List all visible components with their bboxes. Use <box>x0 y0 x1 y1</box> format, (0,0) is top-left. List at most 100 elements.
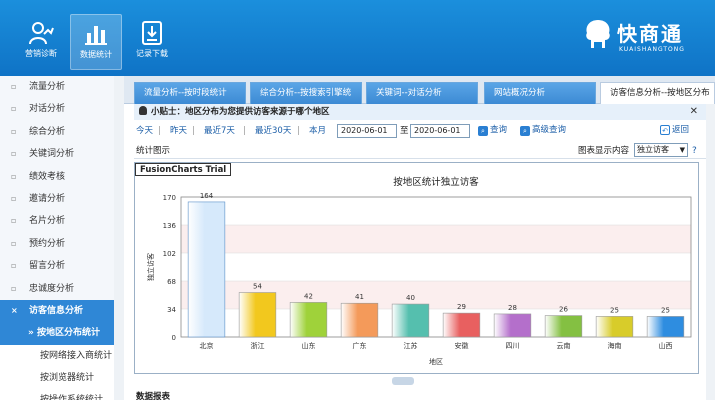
sidebar-item-label: 访客信息分析 <box>29 305 84 316</box>
sidebar-item[interactable]: ▫ 忠诚度分析 <box>0 278 123 300</box>
sidebar-item[interactable]: ▫ 预约分析 <box>0 233 123 255</box>
bar <box>238 292 277 338</box>
data-label: 42 <box>304 292 313 300</box>
data-label: 28 <box>508 304 517 312</box>
search-icon: ⌕ <box>478 126 488 136</box>
bar <box>544 315 583 338</box>
separator: | <box>297 126 300 136</box>
nav-record-download[interactable]: 记录下载 <box>126 14 178 70</box>
sidebar-item-label: 按网络接入商统计 <box>40 350 113 361</box>
start-date-input[interactable]: 2020-06-01 <box>337 124 397 138</box>
x-tick-label: 四川 <box>506 342 520 350</box>
query-button[interactable]: ⌕ 查询 <box>478 123 507 138</box>
x-tick-label: 云南 <box>557 341 571 350</box>
nav-marketing-diagnosis[interactable]: 营销诊断 <box>15 14 67 70</box>
brand-logo: 快商通 KUAISHANGTONG <box>583 18 695 58</box>
sidebar-item[interactable]: » 按地区分布统计 <box>0 322 123 345</box>
filter-today[interactable]: 今天 <box>136 122 153 140</box>
y-tick-label: 136 <box>163 222 177 230</box>
filter-last-7-days[interactable]: 最近7天 <box>204 122 235 140</box>
sidebar-item-label: 按浏览器统计 <box>40 373 95 384</box>
collapse-handle[interactable] <box>392 377 414 385</box>
bar <box>187 201 226 338</box>
x-tick-label: 山东 <box>302 341 316 350</box>
sidebar-scrollbar[interactable] <box>114 76 124 400</box>
sidebar-item-label: 关键词分析 <box>29 149 75 160</box>
sidebar-item-label: 流量分析 <box>29 82 66 92</box>
filter-this-month[interactable]: 本月 <box>309 122 326 140</box>
bar <box>340 302 379 338</box>
data-label: 41 <box>355 293 364 301</box>
y-tick-label: 102 <box>163 250 176 258</box>
sidebar-item[interactable]: 按操作系统统计 <box>0 389 123 400</box>
bar-chart: 按地区统计独立访客 0 34 68 102 136 170 独立访客 164 北京 54 浙江 42 山东… <box>146 176 692 366</box>
nav-label: 营销诊断 <box>25 49 57 58</box>
y-tick-label: 68 <box>167 278 176 286</box>
bar <box>289 302 328 338</box>
filter-yesterday[interactable]: 昨天 <box>170 122 187 140</box>
sidebar-item[interactable]: ▫ 留言分析 <box>0 255 123 277</box>
x-tick-label: 海南 <box>608 341 622 350</box>
sidebar-item-label: 按操作系统统计 <box>40 395 103 400</box>
data-label: 54 <box>253 283 262 291</box>
chart-mode-label: 图表显示内容 <box>578 146 630 156</box>
download-icon <box>142 21 162 45</box>
sidebar-item[interactable]: ▫ 邀请分析 <box>0 188 123 210</box>
sidebar-item[interactable]: ▫ 流量分析 <box>0 76 123 98</box>
nav-data-statistics[interactable]: 数据统计 <box>70 14 122 70</box>
bar <box>391 303 430 338</box>
plot-band <box>181 253 691 281</box>
end-date-input[interactable]: 2020-06-01 <box>410 124 470 138</box>
data-report-title: 数据报表 <box>136 392 171 400</box>
person-chart-icon <box>29 22 54 45</box>
sidebar-item-label: 预约分析 <box>29 238 66 249</box>
chart-mode-value: 独立访客 <box>637 145 669 154</box>
date-range-to: 至 <box>400 126 409 136</box>
logo-text: 快商通 <box>617 22 683 46</box>
tab-visitor-region[interactable]: 访客信息分析--按地区分布 <box>600 82 715 104</box>
tab-search-engine[interactable]: 综合分析--按搜索引擎统 <box>250 82 362 104</box>
sidebar-item[interactable]: ▫ 关键词分析 <box>0 143 123 165</box>
query-label: 查询 <box>490 125 508 135</box>
advanced-query-button[interactable]: ⌕ 高级查询 <box>520 123 566 138</box>
close-icon[interactable]: ✕ <box>690 104 698 120</box>
chart-section-header: 统计图示 图表显示内容 独立访客 ▼ ? <box>134 143 706 159</box>
x-tick-label: 山西 <box>659 341 673 350</box>
sidebar-item-label: 绩效考核 <box>29 171 66 182</box>
nav-label: 数据统计 <box>80 50 112 59</box>
tab-traffic-by-time[interactable]: 流量分析--按时段统计 <box>134 82 246 104</box>
tab-site-overview[interactable]: 网站概况分析 <box>484 82 596 104</box>
sidebar-item[interactable]: ▫ 对话分析 <box>0 98 123 120</box>
sidebar-item[interactable]: × 访客信息分析 <box>0 299 123 323</box>
return-label: 返回 <box>672 125 690 135</box>
return-button[interactable]: ↶ 返回 <box>660 123 689 138</box>
tab-keyword-dialog[interactable]: 关键词--对话分析 <box>366 82 478 104</box>
tab-label: 综合分析--按搜索引擎统 <box>260 88 352 98</box>
bar-chart-icon <box>85 26 107 45</box>
bar <box>442 312 481 338</box>
data-label: 164 <box>200 192 214 200</box>
sidebar-item[interactable]: ▫ 名片分析 <box>0 210 123 232</box>
main-scrollbar[interactable] <box>706 104 715 400</box>
y-axis-label: 独立访客 <box>146 253 155 281</box>
bullet-icon: ▫ <box>11 171 17 181</box>
x-tick-label: 江苏 <box>404 341 418 350</box>
x-tick-label: 北京 <box>200 341 214 350</box>
bullet-icon: ▫ <box>11 82 17 91</box>
bullet-icon: ▫ <box>11 193 17 203</box>
tab-label: 网站概况分析 <box>494 88 546 98</box>
sidebar-item[interactable]: ▫ 绩效考核 <box>0 166 123 188</box>
y-tick-label: 170 <box>163 194 176 202</box>
chart-frame: FusionCharts Trial 按地区统计独立访客 0 34 68 102 136 1… <box>134 162 699 374</box>
lightbulb-icon <box>139 106 147 115</box>
data-label: 26 <box>559 306 568 314</box>
top-header: 营销诊断 数据统计 记录下载 快商通 KUAISHANGTONG <box>0 0 715 76</box>
filter-last-30-days[interactable]: 最近30天 <box>255 122 291 140</box>
logo-subtext: KUAISHANGTONG <box>619 46 685 53</box>
chart-mode-select[interactable]: 独立访客 ▼ <box>634 143 688 157</box>
help-icon[interactable]: ? <box>692 143 697 159</box>
sidebar-item[interactable]: 按网络接入商统计 <box>0 344 123 368</box>
sidebar-item[interactable]: ▫ 综合分析 <box>0 121 123 143</box>
sidebar-item[interactable]: 按浏览器统计 <box>0 367 123 390</box>
tab-label: 访客信息分析--按地区分布 <box>610 88 710 98</box>
